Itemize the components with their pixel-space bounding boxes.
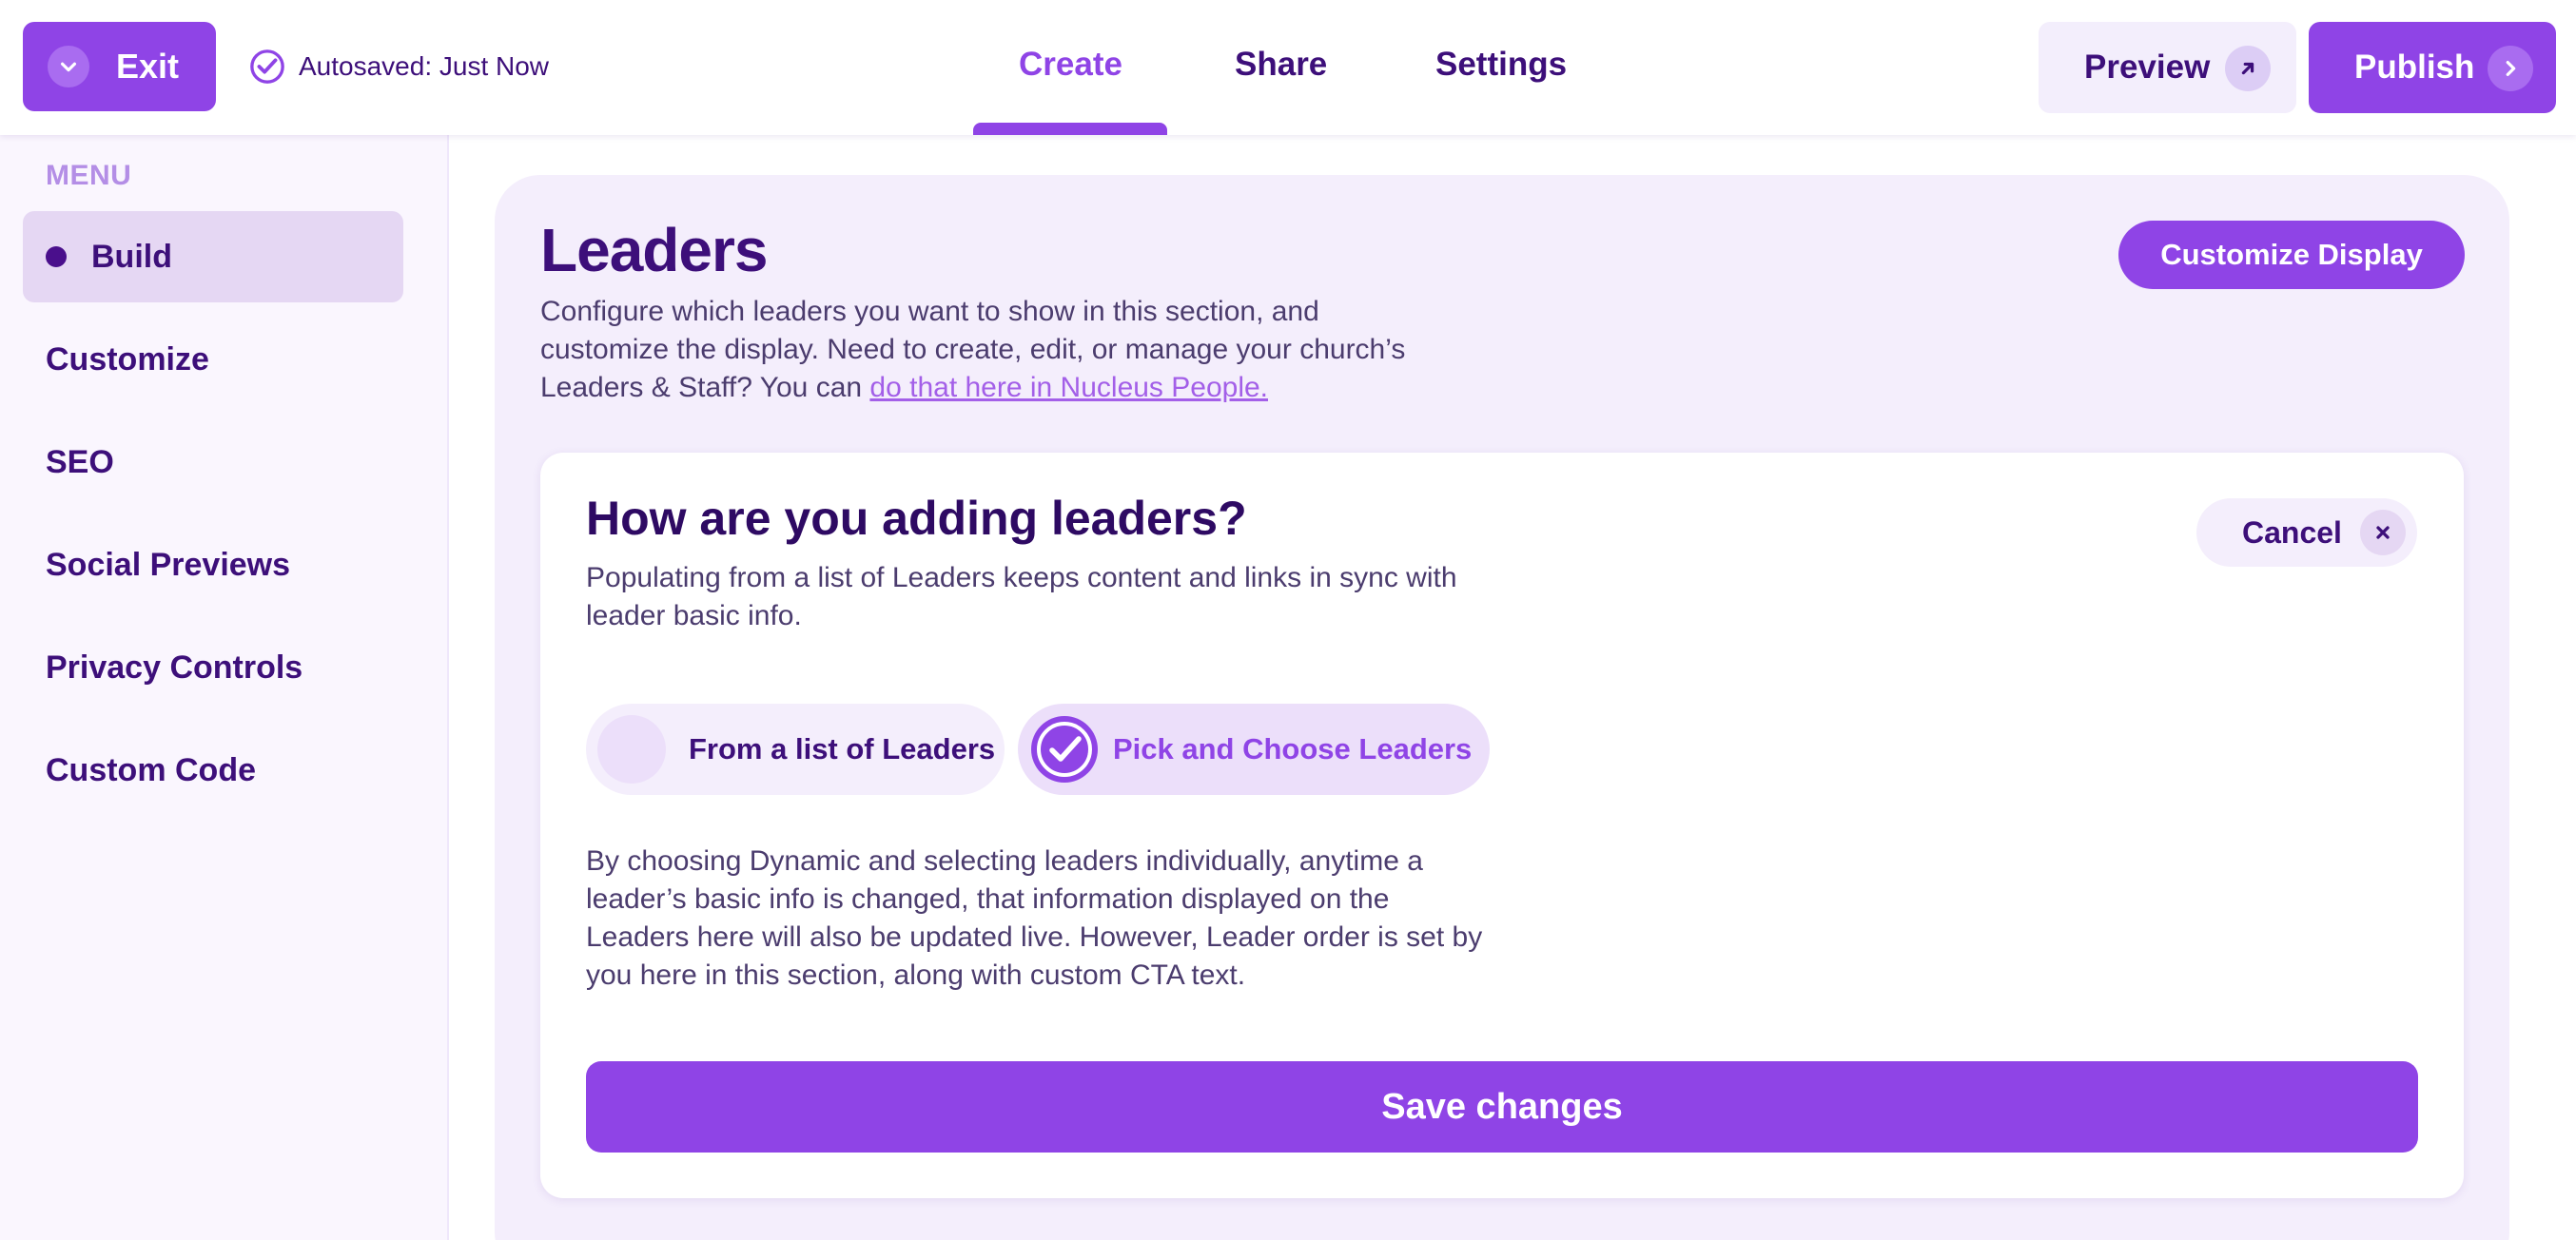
option-label: From a list of Leaders: [689, 732, 996, 765]
radio-unselected-icon: [597, 715, 666, 784]
menu-heading: MENU: [46, 160, 132, 191]
customize-display-button[interactable]: Customize Display: [2118, 221, 2465, 289]
option-pick-and-choose[interactable]: Pick and Choose Leaders: [1018, 704, 1490, 795]
save-changes-button[interactable]: Save changes: [586, 1061, 2418, 1153]
sidebar-item-label: Custom Code: [46, 751, 256, 788]
check-circle-selected-icon: [1031, 716, 1098, 783]
arrow-up-right-icon: [2225, 46, 2271, 91]
tab-settings[interactable]: Settings: [1435, 46, 1567, 84]
autosave-text: Autosaved: Just Now: [299, 51, 550, 81]
dynamic-note: By choosing Dynamic and selecting leader…: [586, 845, 1483, 991]
preview-label: Preview: [2084, 48, 2211, 86]
publish-button[interactable]: Publish: [2309, 22, 2556, 113]
cancel-label: Cancel: [2242, 514, 2342, 550]
active-tab-indicator: [973, 123, 1167, 135]
exit-button[interactable]: Exit: [23, 22, 216, 111]
sidebar-item-label: Build: [91, 238, 172, 275]
card-title: How are you adding leaders?: [586, 492, 1247, 545]
tab-create[interactable]: Create: [1019, 46, 1122, 84]
sidebar-item-label: SEO: [46, 443, 114, 480]
sidebar: MENU Build Customize SEO Social Previews…: [0, 135, 449, 1240]
close-icon: [2360, 510, 2406, 555]
exit-label: Exit: [116, 47, 180, 86]
cancel-button[interactable]: Cancel: [2196, 498, 2417, 567]
card-description: Populating from a list of Leaders keeps …: [586, 562, 1457, 631]
publish-label: Publish: [2354, 48, 2475, 86]
sidebar-item-customize[interactable]: Customize: [23, 314, 403, 405]
sidebar-item-label: Privacy Controls: [46, 649, 303, 686]
sidebar-item-seo[interactable]: SEO: [23, 417, 403, 508]
sidebar-item-privacy-controls[interactable]: Privacy Controls: [23, 622, 403, 713]
top-bar: Exit Autosaved: Just Now Create Share Se…: [0, 0, 2576, 135]
nucleus-people-link[interactable]: do that here in Nucleus People.: [869, 372, 1268, 403]
sidebar-item-label: Social Previews: [46, 546, 291, 583]
check-circle-icon: [250, 49, 284, 84]
option-label: Pick and Choose Leaders: [1113, 732, 1473, 765]
chevron-right-icon: [2488, 46, 2533, 91]
preview-button[interactable]: Preview: [2039, 22, 2296, 113]
tab-share[interactable]: Share: [1235, 46, 1327, 84]
sidebar-item-custom-code[interactable]: Custom Code: [23, 725, 403, 816]
page-title: Leaders: [540, 216, 768, 284]
sidebar-item-label: Customize: [46, 340, 209, 378]
active-dot-icon: [46, 246, 67, 267]
option-from-list[interactable]: From a list of Leaders: [586, 704, 1005, 795]
sidebar-item-build[interactable]: Build: [23, 211, 403, 302]
page-description: Configure which leaders you want to show…: [540, 293, 1454, 407]
sidebar-item-social-previews[interactable]: Social Previews: [23, 519, 403, 610]
chevron-down-icon: [48, 46, 89, 87]
autosave-status: Autosaved: Just Now: [249, 46, 549, 87]
